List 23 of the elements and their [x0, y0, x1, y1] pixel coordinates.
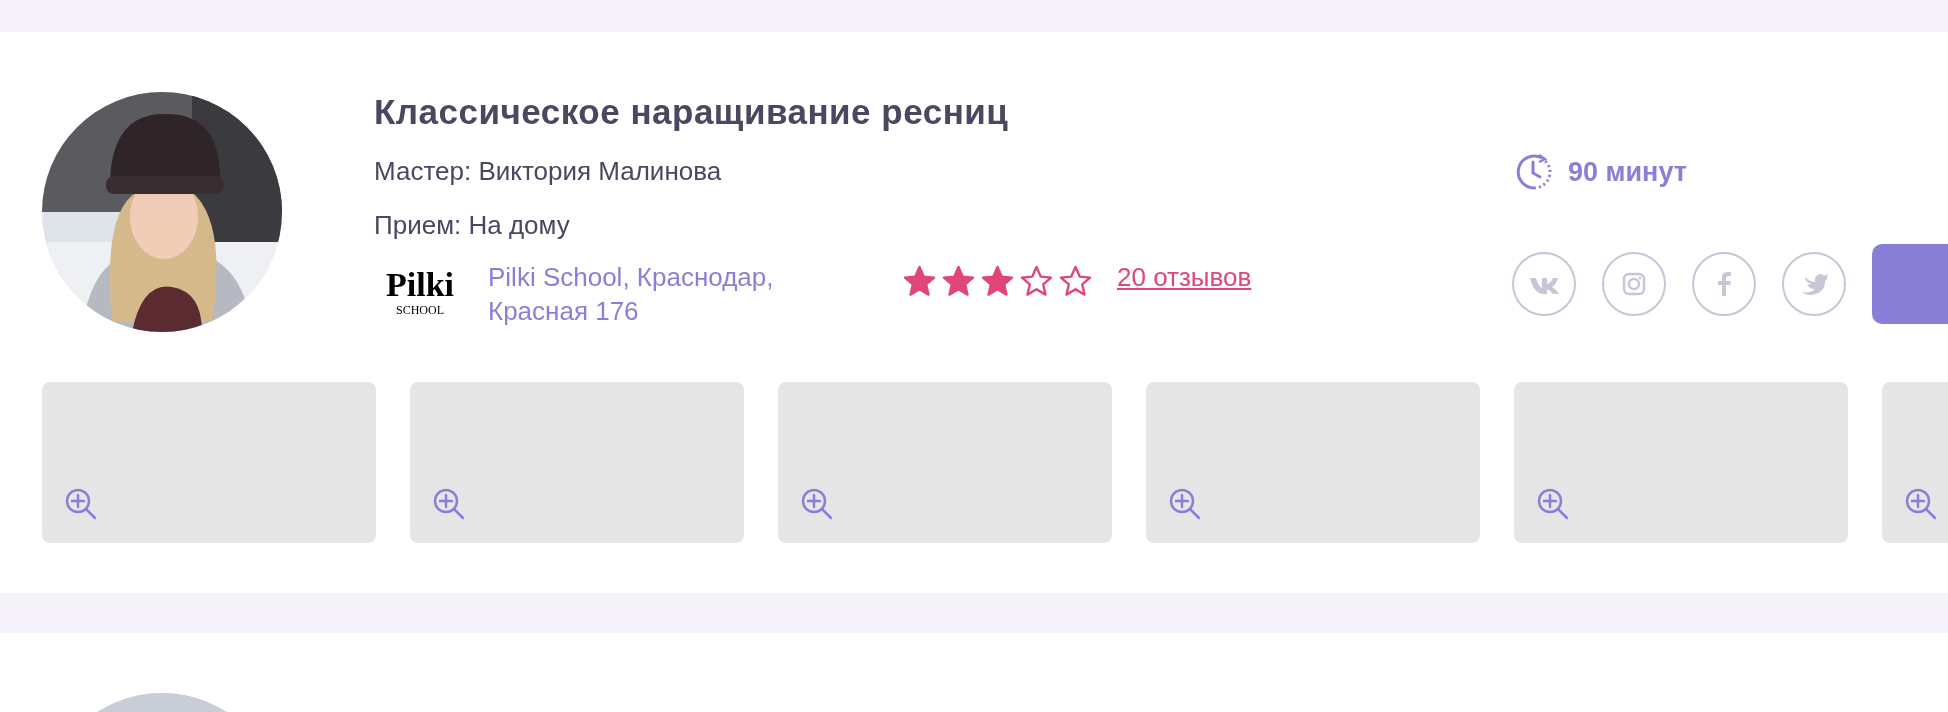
zoom-in-icon[interactable]	[64, 487, 98, 521]
facebook-button[interactable]	[1692, 252, 1756, 316]
filled-star-icon	[941, 264, 976, 299]
reviews-link[interactable]: 20 отзывов	[1117, 260, 1252, 294]
filled-star-icon	[980, 264, 1015, 299]
zoom-in-icon[interactable]	[800, 487, 834, 521]
zoom-in-icon[interactable]	[1904, 487, 1938, 521]
duration: 90 минут	[1568, 156, 1687, 188]
zoom-in-icon[interactable]	[432, 487, 466, 521]
reception-type: Прием: На дому	[374, 210, 571, 240]
twitter-button[interactable]	[1782, 252, 1846, 316]
clock-icon	[1514, 152, 1554, 192]
master-name: Мастер: Виктория Малинова	[374, 156, 723, 186]
school-logo: Pilki SCHOOL	[385, 268, 455, 318]
empty-star-icon	[1019, 264, 1054, 299]
vk-button[interactable]	[1512, 252, 1576, 316]
school-address-link[interactable]: Pilki School, Краснодар, Красная 176	[488, 260, 838, 328]
filled-star-icon	[902, 264, 937, 299]
instagram-button[interactable]	[1602, 252, 1666, 316]
empty-star-icon	[1058, 264, 1093, 299]
zoom-in-icon[interactable]	[1536, 487, 1570, 521]
service-title: Классическое наращивание ресниц	[374, 92, 1010, 132]
zoom-in-icon[interactable]	[1168, 487, 1202, 521]
